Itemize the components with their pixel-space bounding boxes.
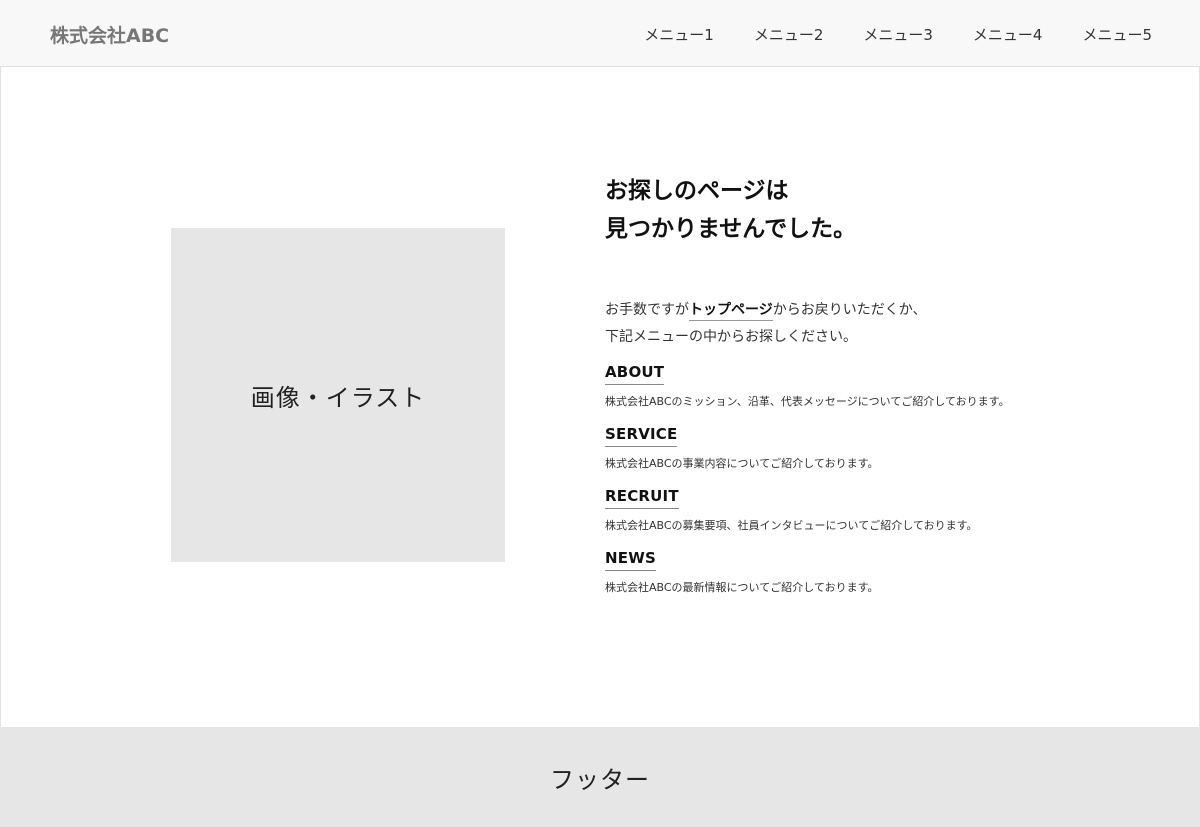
page-title-line-2: 見つかりませんでした。 <box>605 216 857 242</box>
service-link[interactable]: SERVICE <box>605 425 678 447</box>
global-nav: メニュー1 メニュー2 メニュー3 メニュー4 メニュー5 <box>604 24 1152 45</box>
page-title: お探しのページは 見つかりませんでした。 <box>605 172 1165 248</box>
top-page-link[interactable]: トップページ <box>689 302 773 321</box>
section-service: SERVICE 株式会社ABCの事業内容についてご紹介しております。 <box>605 424 1165 472</box>
section-about: ABOUT 株式会社ABCのミッション、沿革、代表メッセージについてご紹介してお… <box>605 362 1165 410</box>
recruit-link[interactable]: RECRUIT <box>605 487 679 509</box>
lead-line-2: 下記メニューの中からお探しください。 <box>605 329 857 345</box>
page-title-line-1: お探しのページは <box>605 178 789 204</box>
site-footer: フッター <box>0 727 1200 827</box>
menu-sections: ABOUT 株式会社ABCのミッション、沿革、代表メッセージについてご紹介してお… <box>605 362 1165 596</box>
section-recruit: RECRUIT 株式会社ABCの募集要項、社員インタビューについてご紹介しており… <box>605 486 1165 534</box>
lead-text: お手数ですがトップページからお戻りいただくか、 下記メニューの中からお探しくださ… <box>605 297 1165 351</box>
nav-item-menu-1[interactable]: メニュー1 <box>644 24 714 45</box>
lead-prefix: お手数ですが <box>605 302 689 318</box>
recruit-description: 株式会社ABCの募集要項、社員インタビューについてご紹介しております。 <box>605 519 978 532</box>
service-description: 株式会社ABCの事業内容についてご紹介しております。 <box>605 457 879 470</box>
image-placeholder: 画像・イラスト <box>171 228 505 562</box>
nav-item-menu-4[interactable]: メニュー4 <box>973 24 1043 45</box>
not-found-content: お探しのページは 見つかりませんでした。 お手数ですがトップページからお戻りいた… <box>605 172 1165 596</box>
about-link[interactable]: ABOUT <box>605 363 665 385</box>
nav-item-menu-5[interactable]: メニュー5 <box>1082 24 1152 45</box>
image-placeholder-label: 画像・イラスト <box>250 383 426 412</box>
about-description: 株式会社ABCのミッション、沿革、代表メッセージについてご紹介しております。 <box>605 395 1010 408</box>
news-description: 株式会社ABCの最新情報についてご紹介しております。 <box>605 581 879 594</box>
section-news: NEWS 株式会社ABCの最新情報についてご紹介しております。 <box>605 548 1165 596</box>
nav-item-menu-3[interactable]: メニュー3 <box>863 24 933 45</box>
footer-label: フッター <box>550 765 650 794</box>
lead-suffix: からお戻りいただくか、 <box>772 302 927 318</box>
site-header: 株式会社ABC メニュー1 メニュー2 メニュー3 メニュー4 メニュー5 <box>0 0 1200 67</box>
nav-item-menu-2[interactable]: メニュー2 <box>754 24 824 45</box>
news-link[interactable]: NEWS <box>605 549 656 571</box>
company-logo[interactable]: 株式会社ABC <box>50 21 169 48</box>
lead-line-1: お手数ですがトップページからお戻りいただくか、 <box>605 297 1165 324</box>
